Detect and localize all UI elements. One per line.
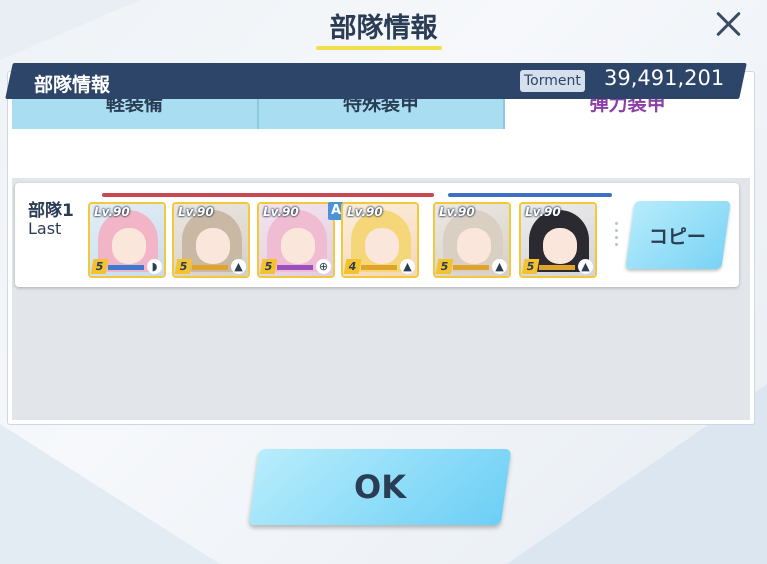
member-class-bar <box>108 265 144 270</box>
member-level: Lv.90 <box>263 205 299 219</box>
star-rank-icon: 4 <box>343 259 362 274</box>
star-rank-icon: 5 <box>521 259 540 274</box>
member-class-bar <box>539 265 575 270</box>
member-level: Lv.90 <box>178 205 214 219</box>
special-group-line <box>448 193 612 197</box>
copy-button-label: コピー <box>649 225 707 248</box>
star-rank-icon: 5 <box>435 259 454 274</box>
member-level: Lv.90 <box>525 205 561 219</box>
member-level: Lv.90 <box>347 205 383 219</box>
member-slot-1[interactable]: Lv.90 5 ◗ <box>88 202 166 278</box>
title-underline <box>316 46 442 50</box>
background-shape <box>0 424 220 564</box>
info-header-label: 部隊情報 <box>34 74 111 96</box>
copy-button[interactable]: コピー <box>625 201 731 269</box>
target-icon: ⊕ <box>316 259 331 274</box>
support-icon: ▲ <box>400 259 415 274</box>
member-class-bar <box>277 265 313 270</box>
support-icon: ▲ <box>492 259 507 274</box>
member-level: Lv.90 <box>94 205 130 219</box>
member-slot-2[interactable]: Lv.90 5 ▲ <box>172 202 250 278</box>
close-icon[interactable] <box>713 8 745 40</box>
drag-handle-icon <box>615 222 619 250</box>
ok-button[interactable]: OK <box>248 449 512 525</box>
team-subtitle: Last <box>28 219 62 238</box>
team-name: 部隊1 <box>28 201 74 221</box>
shield-icon: ◗ <box>147 259 162 274</box>
score-value: 39,491,201 <box>604 66 725 90</box>
member-class-bar <box>192 265 228 270</box>
member-slot-5[interactable]: Lv.90 5 ▲ <box>433 202 511 278</box>
member-slot-6[interactable]: Lv.90 5 ▲ <box>519 202 597 278</box>
member-level: Lv.90 <box>439 205 475 219</box>
member-slot-3[interactable]: Lv.90 5 ⊕ <box>257 202 335 278</box>
dialog-title: 部隊情報 <box>329 13 438 44</box>
support-icon: ▲ <box>231 259 246 274</box>
star-rank-icon: 5 <box>90 259 109 274</box>
member-class-bar <box>453 265 489 270</box>
support-icon: ▲ <box>578 259 593 274</box>
member-slot-4[interactable]: Lv.90 4 ▲ <box>341 202 419 278</box>
member-class-bar <box>361 265 397 270</box>
star-rank-icon: 5 <box>259 259 278 274</box>
difficulty-badge: Torment <box>520 70 585 92</box>
striker-group-line <box>102 193 434 197</box>
ok-button-label: OK <box>354 468 406 506</box>
star-rank-icon: 5 <box>174 259 193 274</box>
